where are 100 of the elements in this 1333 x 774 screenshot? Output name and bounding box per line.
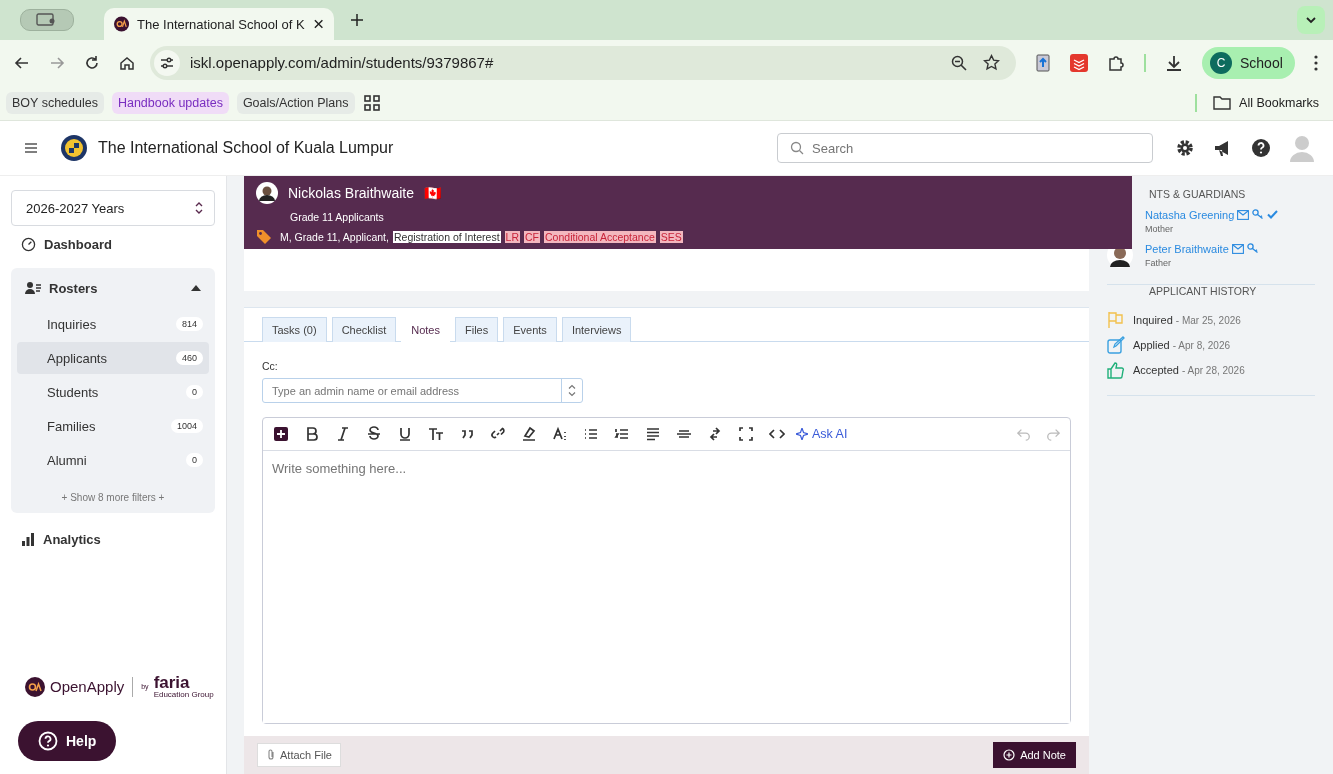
search-field[interactable]: Search — [777, 133, 1153, 163]
help-button[interactable]: Help — [18, 721, 117, 761]
status-tag: Registration of Interest — [392, 231, 501, 243]
key-icon[interactable] — [1246, 243, 1259, 254]
note-editor[interactable]: Ask AI Write something here... — [262, 417, 1071, 724]
extensions-icon[interactable] — [1107, 53, 1125, 72]
mail-icon[interactable] — [1231, 243, 1244, 254]
history-entry: Accepted - Apr 28, 2026 — [1133, 364, 1245, 376]
text-size-icon[interactable] — [428, 426, 444, 442]
bookmark-star-icon[interactable] — [983, 54, 1000, 71]
maker-subtitle: Education Group — [153, 691, 214, 699]
bookmark-chip[interactable]: BOY schedules — [6, 91, 104, 114]
bullet-list-icon[interactable] — [583, 426, 599, 442]
count-badge: 1004 — [170, 419, 203, 433]
tag-icon — [256, 229, 272, 245]
profile-window-button[interactable] — [20, 9, 74, 31]
mail-icon[interactable] — [1237, 209, 1250, 220]
dashboard-link[interactable]: Dashboard — [11, 226, 215, 262]
tab[interactable]: Interviews — [561, 317, 632, 342]
fullscreen-icon[interactable] — [738, 426, 754, 442]
help-icon[interactable] — [1251, 138, 1271, 158]
year-select[interactable]: 2026-2027 Years — [11, 190, 215, 226]
ask-ai-button[interactable]: Ask AI — [796, 427, 848, 441]
sort-caret-icon — [194, 201, 204, 215]
swap-icon[interactable] — [707, 426, 723, 442]
gauge-icon — [21, 236, 36, 252]
plus-circle-icon — [1003, 749, 1016, 761]
roster-item[interactable]: Alumni 0 — [17, 444, 209, 476]
add-note-button[interactable]: Add Note — [993, 742, 1076, 768]
roster-item[interactable]: Families 1004 — [17, 410, 209, 442]
student-avatar-icon — [256, 182, 278, 204]
zoom-out-icon[interactable] — [951, 54, 967, 71]
analytics-link[interactable]: Analytics — [11, 521, 215, 557]
chevron-down-icon — [1305, 16, 1317, 24]
new-tab-icon[interactable] — [350, 13, 364, 27]
search-icon — [790, 141, 804, 155]
cc-field[interactable]: Type an admin name or email address — [262, 378, 583, 403]
address-bar[interactable]: iskl.openapply.com/admin/students/9379867# — [150, 45, 1016, 80]
sparkle-icon — [796, 428, 808, 440]
count-badge: 0 — [186, 385, 203, 399]
align-icon[interactable] — [645, 426, 661, 442]
openapply-favicon-icon — [114, 16, 130, 32]
site-settings-icon[interactable] — [154, 49, 180, 76]
tab[interactable]: Events — [503, 317, 557, 342]
paperclip-icon — [266, 749, 276, 761]
cc-label: Cc: — [262, 360, 279, 372]
bookmark-chip[interactable]: Goals/Action Plans — [236, 91, 355, 114]
forward-icon[interactable] — [49, 54, 65, 71]
student-name: Nickolas Braithwaite — [288, 185, 415, 201]
all-bookmarks-button[interactable]: All Bookmarks — [1213, 95, 1319, 110]
numbered-list-icon[interactable] — [614, 426, 630, 442]
url-text: iskl.openapply.com/admin/students/9379867# — [190, 54, 494, 71]
tab-title: The International School of K — [137, 16, 305, 32]
font-color-icon[interactable] — [552, 426, 568, 442]
underline-icon[interactable] — [397, 426, 413, 442]
bookmark-chip[interactable]: Handbook updates — [111, 91, 229, 114]
back-icon[interactable] — [14, 54, 30, 71]
student-summary: M, Grade 11, Applicant, — [280, 231, 389, 243]
bold-icon[interactable] — [304, 426, 320, 442]
guardian-relation: Mother — [1145, 223, 1174, 234]
section-heading: NTS & GUARDIANS — [1149, 188, 1247, 200]
menu-icon[interactable] — [1313, 54, 1318, 71]
home-icon[interactable] — [119, 54, 135, 71]
student-group: Grade 11 Applicants — [290, 211, 1120, 223]
highlight-icon[interactable] — [521, 426, 537, 442]
profile-button[interactable]: C School — [1202, 46, 1295, 79]
download-icon[interactable] — [1165, 53, 1183, 72]
flag-icon: 🇨🇦 — [424, 185, 442, 201]
tab[interactable]: Checklist — [331, 317, 397, 342]
tab[interactable]: Tasks (0) — [262, 317, 327, 342]
tab-search-button[interactable] — [1297, 6, 1325, 34]
roster-item[interactable]: Applicants 460 — [17, 342, 209, 374]
tab[interactable]: Files — [455, 317, 499, 342]
settings-icon[interactable] — [1175, 138, 1195, 158]
add-block-icon[interactable] — [273, 426, 289, 442]
rosters-toggle[interactable]: Rosters — [17, 270, 209, 306]
reload-icon[interactable] — [84, 54, 100, 71]
close-icon[interactable] — [312, 18, 324, 30]
edit-icon — [1107, 336, 1125, 354]
openapply-logo-icon — [25, 676, 45, 697]
more-filters-link[interactable]: + Show 8 more filters + — [17, 492, 209, 503]
roster-item[interactable]: Inquiries 814 — [17, 308, 209, 340]
count-badge: 0 — [186, 453, 203, 467]
key-icon[interactable] — [1252, 209, 1265, 220]
browser-tab[interactable]: The International School of K — [104, 8, 334, 40]
bar-chart-icon — [21, 532, 35, 546]
caret-icon — [191, 285, 201, 291]
apps-grid-icon[interactable] — [362, 93, 381, 112]
brand-name: OpenApply — [50, 678, 125, 695]
history-entry: Inquired - Mar 25, 2026 — [1133, 314, 1241, 326]
todoist-icon[interactable] — [1070, 53, 1088, 72]
strikethrough-icon[interactable] — [366, 426, 382, 442]
attach-file-button[interactable]: Attach File — [257, 743, 341, 767]
status-tag: LR — [504, 231, 521, 243]
roster-item[interactable]: Students 0 — [17, 376, 209, 408]
help-icon — [38, 731, 58, 751]
flag-icon — [1107, 311, 1125, 329]
italic-icon[interactable] — [335, 426, 351, 442]
thumbs-up-icon — [1107, 361, 1125, 379]
extension-book-icon[interactable] — [1035, 53, 1051, 72]
